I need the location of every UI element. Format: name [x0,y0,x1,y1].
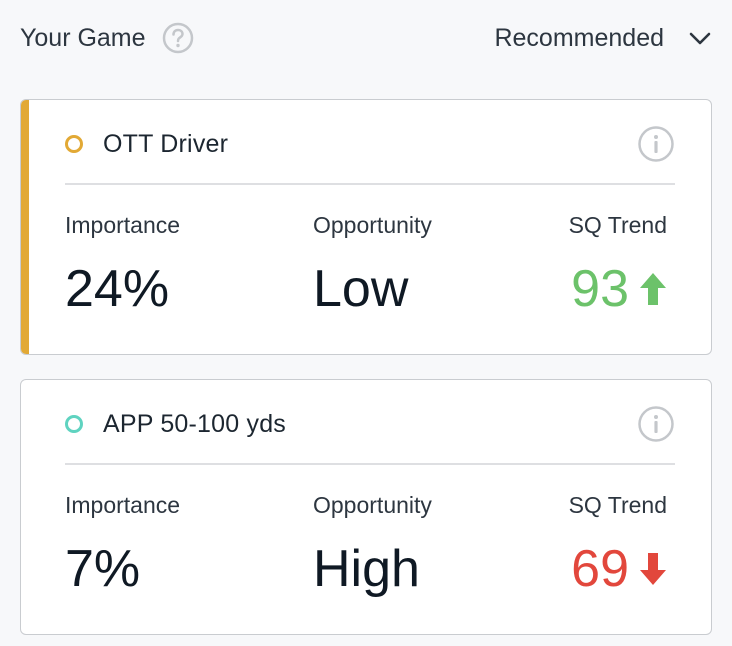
card-header: APP 50-100 yds [65,402,675,446]
opportunity-label: Opportunity [313,212,432,238]
info-circle-icon[interactable] [637,125,675,163]
question-circle-icon[interactable] [162,22,194,54]
card-header: OTT Driver [65,122,675,166]
card-divider [65,183,675,185]
header-left: Your Game [20,22,194,54]
opportunity-metric: Opportunity Low [313,212,432,319]
sq-trend-value: 93 [571,260,629,318]
status-dot [65,415,83,433]
card-title: APP 50-100 yds [103,409,287,438]
opportunity-metric: Opportunity High [313,492,432,599]
sort-dropdown-label: Recommended [494,23,664,52]
chevron-down-icon [689,32,711,45]
info-circle-icon[interactable] [637,405,675,443]
sq-trend-metric: SQ Trend 93 [569,212,667,319]
sq-trend-label: SQ Trend [568,492,667,518]
sq-trend-value-row: 69 [569,539,667,599]
sq-trend-value-row: 93 [569,259,667,319]
card-divider [65,463,675,465]
page-title: Your Game [20,23,146,52]
arrow-up-icon [640,273,666,305]
header: Your Game Recommended [20,18,712,58]
importance-value: 7% [65,540,141,598]
sq-trend-metric: SQ Trend 69 [569,492,667,599]
importance-metric: Importance 7% [65,492,180,599]
opportunity-value: High [313,540,420,598]
importance-metric: Importance 24% [65,212,180,319]
importance-label: Importance [65,212,181,238]
arrow-down-icon [640,553,666,585]
opportunity-value: Low [313,260,409,318]
importance-value: 24% [65,260,170,318]
importance-label: Importance [65,492,181,518]
opportunity-label: Opportunity [313,492,432,518]
sort-dropdown[interactable]: Recommended [494,24,712,53]
stat-card[interactable]: APP 50-100 yds Importance 7% Opportunity… [20,379,712,635]
card-title: OTT Driver [103,129,229,158]
status-dot [65,135,83,153]
sq-trend-label: SQ Trend [568,212,667,238]
sq-trend-value: 69 [571,540,629,598]
stat-card[interactable]: OTT Driver Importance 24% Opportunity Lo… [20,99,712,355]
